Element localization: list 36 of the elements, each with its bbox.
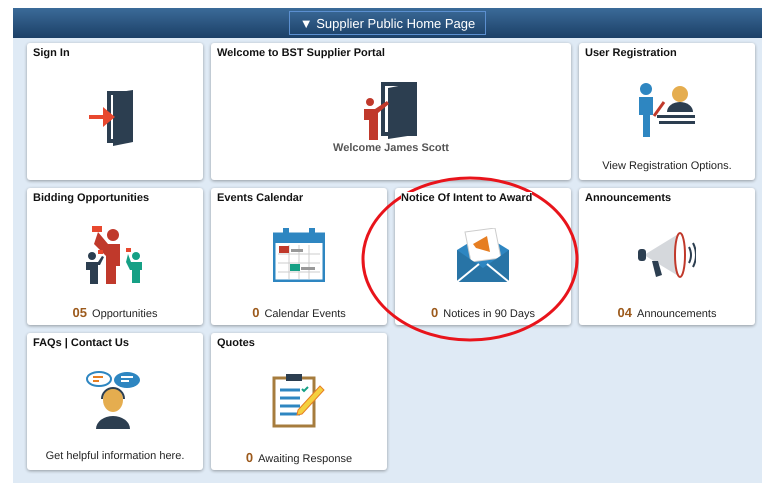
calendar-icon: [273, 228, 325, 282]
count-number: 05: [72, 305, 88, 320]
page-title-button[interactable]: ▼ Supplier Public Home Page: [288, 11, 486, 35]
tile-footer-text: Calendar Events: [264, 308, 346, 320]
count-number: 04: [618, 305, 632, 320]
tile-footer-text: Opportunities: [92, 308, 158, 320]
tile[interactable]: Quotes 0 Awaiting Response: [211, 333, 387, 470]
tile[interactable]: Welcome to BST Supplier Portal Welcome James Scott: [211, 43, 571, 180]
tile-footer-text: Announcements: [636, 308, 716, 320]
tile-title: Quotes: [217, 337, 255, 349]
tile-title: FAQs | Contact Us: [33, 337, 129, 349]
tile-footer-text: Get helpful information here.: [46, 450, 184, 462]
tile-title: Events Calendar: [217, 192, 304, 204]
tile-title: Announcements: [585, 192, 672, 204]
tile-footer-text: View Registration Options.: [602, 160, 732, 172]
tile-title: Sign In: [33, 47, 70, 59]
envelope-megaphone-icon: [457, 228, 509, 282]
tile-title: Bidding Opportunities: [33, 192, 150, 204]
tile[interactable]: Events Calendar 0 Calendar Events: [211, 188, 387, 325]
welcome-caption: Welcome James Scott: [333, 142, 449, 154]
tile-title: User Registration: [585, 47, 677, 59]
count-number: 0: [431, 305, 438, 320]
clipboard-checklist-icon: [272, 372, 326, 428]
count-number: 0: [252, 305, 260, 320]
tile-footer-text: Awaiting Response: [258, 453, 352, 465]
tile-footer-text: Notices in 90 Days: [443, 308, 535, 320]
count-number: 0: [246, 450, 254, 465]
tile[interactable]: FAQs | Contact Us Get helpful information here.: [27, 333, 203, 470]
tile-title: Welcome to BST Supplier Portal: [217, 47, 385, 59]
tile[interactable]: User Registration View Registration Options.: [579, 43, 755, 180]
tile[interactable]: Bidding Opportunities 05 Opportunities: [27, 188, 203, 325]
tile-title: Notice Of Intent to Award: [401, 192, 532, 204]
person-at-desk-icon: [637, 82, 697, 138]
tile[interactable]: Sign In: [27, 43, 203, 180]
tile[interactable]: Announcements 04 Announcements: [579, 188, 755, 325]
tile[interactable]: Notice Of Intent to Award 0 Notices in 90 Days: [395, 188, 571, 325]
